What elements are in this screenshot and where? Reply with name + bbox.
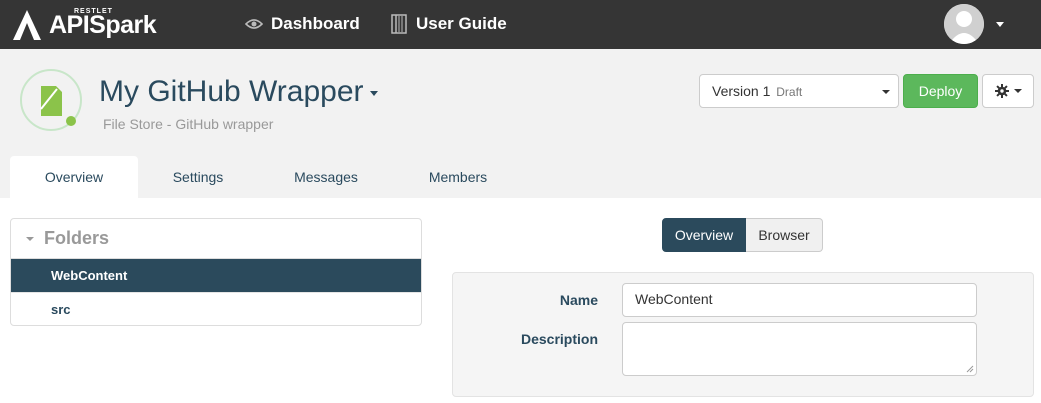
tab-settings[interactable]: Settings	[148, 156, 248, 198]
name-label: Name	[559, 292, 598, 308]
nav-dashboard-link[interactable]: Dashboard	[245, 12, 360, 36]
nav-dashboard-label: Dashboard	[271, 14, 360, 33]
folder-item-src[interactable]: src	[11, 292, 421, 325]
view-overview-button[interactable]: Overview	[662, 218, 746, 252]
user-menu-chevron-down-icon[interactable]	[996, 22, 1004, 27]
nav-user-guide-link[interactable]: User Guide	[391, 12, 507, 36]
folders-title: Folders	[44, 228, 110, 248]
deploy-button[interactable]: Deploy	[903, 74, 978, 108]
api-title-text: My GitHub Wrapper	[99, 75, 364, 108]
file-store-icon	[20, 69, 82, 131]
folders-header[interactable]: Folders	[11, 219, 421, 259]
top-navbar: RESTLET APISpark Dashboard User Guide	[0, 0, 1041, 49]
file-store-glyph-icon	[40, 86, 76, 126]
view-browser-button[interactable]: Browser	[746, 218, 823, 252]
book-icon	[391, 14, 407, 34]
api-subtitle: File Store - GitHub wrapper	[103, 116, 274, 132]
description-label: Description	[520, 331, 598, 347]
nav-user-guide-label: User Guide	[416, 14, 507, 33]
name-field[interactable]: WebContent	[622, 283, 977, 317]
gear-icon	[994, 84, 1009, 98]
version-status: Draft	[776, 85, 803, 99]
api-title[interactable]: My GitHub Wrapper	[99, 75, 378, 109]
user-avatar[interactable]	[944, 4, 984, 44]
settings-dropdown-button[interactable]	[982, 74, 1034, 108]
version-chevron-down-icon	[882, 90, 890, 94]
collapse-caret-icon[interactable]	[26, 236, 34, 241]
version-label: Version 1	[712, 83, 771, 99]
logo-mark-icon	[13, 10, 41, 40]
eye-icon	[245, 19, 263, 29]
description-field[interactable]	[622, 322, 977, 376]
folders-panel: Folders WebContent src	[10, 218, 422, 326]
title-chevron-down-icon[interactable]	[369, 90, 378, 96]
tab-members[interactable]: Members	[410, 156, 506, 198]
apispark-logo[interactable]: RESTLET APISpark	[12, 7, 157, 43]
resize-handle-icon[interactable]	[966, 365, 974, 373]
folder-item-webcontent[interactable]: WebContent	[11, 259, 421, 292]
tab-overview[interactable]: Overview	[10, 156, 138, 198]
version-select[interactable]: Version 1 Draft	[699, 74, 899, 108]
tab-messages[interactable]: Messages	[278, 156, 374, 198]
user-silhouette-icon	[944, 4, 984, 44]
settings-chevron-down-icon	[1013, 89, 1022, 93]
logo-wordmark: APISpark	[49, 11, 157, 39]
